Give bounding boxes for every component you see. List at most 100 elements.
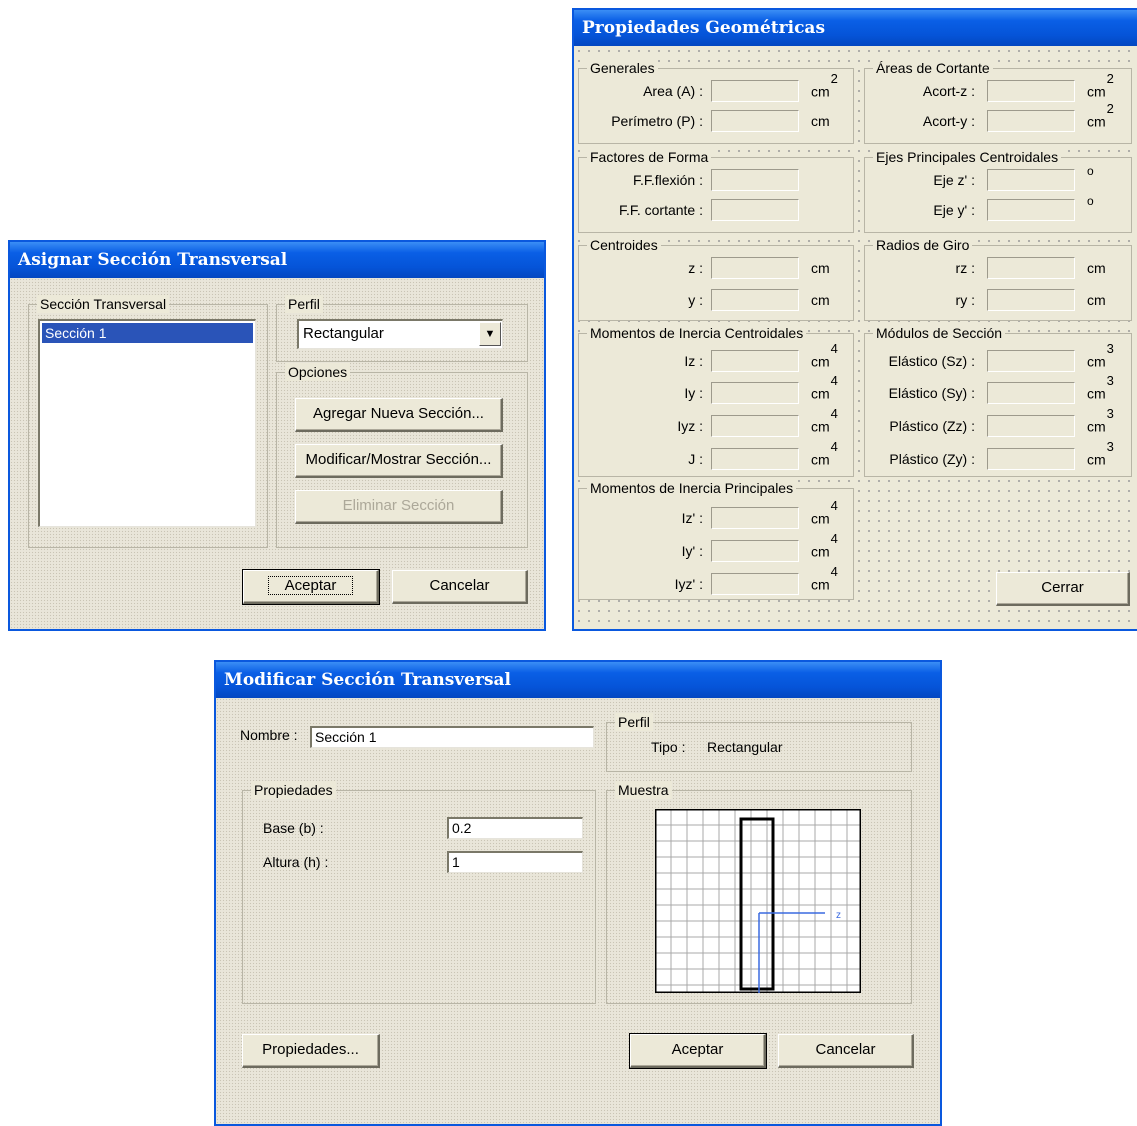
sy-unit: cm3 [1087, 373, 1114, 402]
generales-legend: Generales [587, 59, 658, 77]
sz-label: Elástico (Sz) : [888, 353, 975, 369]
perfil-legend: Perfil [285, 295, 323, 313]
ff-flexion-label: F.F.flexión : [632, 172, 703, 188]
altura-field[interactable]: 1 [447, 851, 583, 873]
iyz-label: Iyz : [677, 418, 703, 434]
zy-value [987, 448, 1075, 470]
eje-z-value [987, 169, 1075, 191]
cancelar-button[interactable]: Cancelar [392, 570, 528, 604]
zz-label: Plástico (Zz) : [889, 418, 975, 434]
asignar-client: Sección Transversal Sección 1 Perfil Rec… [10, 278, 544, 629]
perfil-legend: Perfil [615, 713, 653, 731]
perimetro-label: Perímetro (P) : [611, 113, 703, 129]
cancelar-label: Cancelar [429, 577, 490, 594]
cancelar-label: Cancelar [815, 1041, 876, 1058]
tipo-label: Tipo : [651, 739, 686, 755]
aceptar-label: Aceptar [267, 576, 354, 595]
ejes-principales-group: Ejes Principales Centroidales Eje z' : o… [864, 148, 1132, 233]
inercia-centroidales-group: Momentos de Inercia Centroidales Iz : cm… [578, 324, 854, 477]
centroide-y-label: y : [688, 292, 703, 308]
modificar-title: Modificar Sección Transversal [216, 662, 940, 698]
iz-prime-label: Iz' : [681, 510, 703, 526]
z-axis-label: z [836, 910, 841, 921]
perimetro-value [711, 110, 799, 132]
ejes-principales-legend: Ejes Principales Centroidales [873, 148, 1062, 166]
centroides-legend: Centroides [587, 236, 661, 254]
centroide-z-value [711, 257, 799, 279]
modulos-seccion-group: Módulos de Sección Elástico (Sz) : cm3 E… [864, 324, 1132, 477]
cerrar-button[interactable]: Cerrar [996, 572, 1130, 606]
acortz-label: Acort-z : [922, 83, 975, 99]
agregar-seccion-button[interactable]: Agregar Nueva Sección... [295, 398, 503, 432]
asignar-seccion-dialog: Asignar Sección Transversal Sección Tran… [8, 240, 546, 631]
aceptar-button[interactable]: Aceptar [629, 1033, 767, 1069]
sy-value [987, 382, 1075, 404]
iz-label: Iz : [684, 353, 703, 369]
acorty-label: Acort-y : [922, 113, 975, 129]
cortante-legend: Áreas de Cortante [873, 59, 993, 77]
opciones-group: Opciones Agregar Nueva Sección... Modifi… [276, 363, 528, 548]
perimetro-unit: cm [811, 113, 830, 129]
modificar-seccion-label: Modificar/Mostrar Sección... [305, 451, 492, 468]
iy-value [711, 382, 799, 404]
inercia-principales-legend: Momentos de Inercia Principales [587, 479, 797, 497]
factores-forma-group: Factores de Forma F.F.flexión : F.F. cor… [578, 148, 854, 233]
rz-value [987, 257, 1075, 279]
modificar-client: Nombre : Sección 1 Perfil Tipo : Rectang… [216, 698, 940, 1124]
modificar-seccion-button[interactable]: Modificar/Mostrar Sección... [295, 444, 503, 478]
radios-giro-group: Radios de Giro rz : cm ry : cm [864, 236, 1132, 321]
eliminar-seccion-label: Eliminar Sección [342, 497, 455, 514]
base-label: Base (b) : [263, 820, 324, 836]
acorty-value [987, 110, 1075, 132]
rz-unit: cm [1087, 260, 1106, 276]
chevron-down-icon[interactable]: ▼ [479, 322, 501, 346]
opciones-legend: Opciones [285, 363, 351, 381]
zy-unit: cm3 [1087, 439, 1114, 468]
perfil-select[interactable]: Rectangular ▼ [297, 319, 503, 349]
ry-unit: cm [1087, 292, 1106, 308]
propiedades-button[interactable]: Propiedades... [242, 1034, 380, 1068]
aceptar-button[interactable]: Aceptar [242, 569, 380, 605]
cerrar-label: Cerrar [1041, 579, 1084, 596]
area-value [711, 80, 799, 102]
agregar-seccion-label: Agregar Nueva Sección... [313, 405, 484, 422]
tipo-value: Rectangular [707, 739, 783, 755]
seccion-listbox[interactable]: Sección 1 [38, 319, 256, 527]
cancelar-button[interactable]: Cancelar [778, 1034, 914, 1068]
j-unit: cm4 [811, 439, 838, 468]
ff-cortante-value [711, 199, 799, 221]
generales-group: Generales Area (A) : cm2 Perímetro (P) :… [578, 59, 854, 144]
centroides-group: Centroides z : cm y : cm [578, 236, 854, 321]
eliminar-seccion-button[interactable]: Eliminar Sección [295, 490, 503, 524]
section-preview: z y [655, 809, 861, 993]
iy-prime-unit: cm4 [811, 531, 838, 560]
sy-label: Elástico (Sy) : [888, 385, 975, 401]
degree-unit: o [1087, 194, 1094, 208]
propiedades-geometricas-dialog: Propiedades Geométricas Generales Area (… [572, 8, 1137, 631]
iz-prime-value [711, 507, 799, 529]
perfil-select-value: Rectangular [303, 325, 384, 342]
iyz-prime-unit: cm4 [811, 564, 838, 593]
ff-flexion-value [711, 169, 799, 191]
base-field[interactable]: 0.2 [447, 817, 583, 839]
propiedades-legend: Propiedades [251, 781, 336, 799]
centroide-z-unit: cm [811, 260, 830, 276]
asignar-title: Asignar Sección Transversal [10, 242, 544, 278]
nombre-field[interactable]: Sección 1 [310, 726, 594, 748]
factores-forma-legend: Factores de Forma [587, 148, 712, 166]
aceptar-label: Aceptar [671, 1041, 724, 1058]
modificar-seccion-dialog: Modificar Sección Transversal Nombre : S… [214, 660, 942, 1126]
propiedades-client: Generales Area (A) : cm2 Perímetro (P) :… [574, 46, 1137, 629]
list-item[interactable]: Sección 1 [42, 323, 253, 343]
acortz-unit: cm2 [1087, 71, 1114, 100]
iz-prime-unit: cm4 [811, 498, 838, 527]
acorty-unit: cm2 [1087, 101, 1114, 130]
iy-label: Iy : [684, 385, 703, 401]
degree-unit: o [1087, 164, 1094, 178]
propiedades-group: Propiedades Base (b) : 0.2 Altura (h) : … [242, 781, 596, 1004]
muestra-group: Muestra z y [606, 781, 912, 1004]
eje-z-label: Eje z' : [933, 172, 975, 188]
j-label: J : [688, 451, 703, 467]
iyz-unit: cm4 [811, 406, 838, 435]
inercia-centroidales-legend: Momentos de Inercia Centroidales [587, 324, 807, 342]
